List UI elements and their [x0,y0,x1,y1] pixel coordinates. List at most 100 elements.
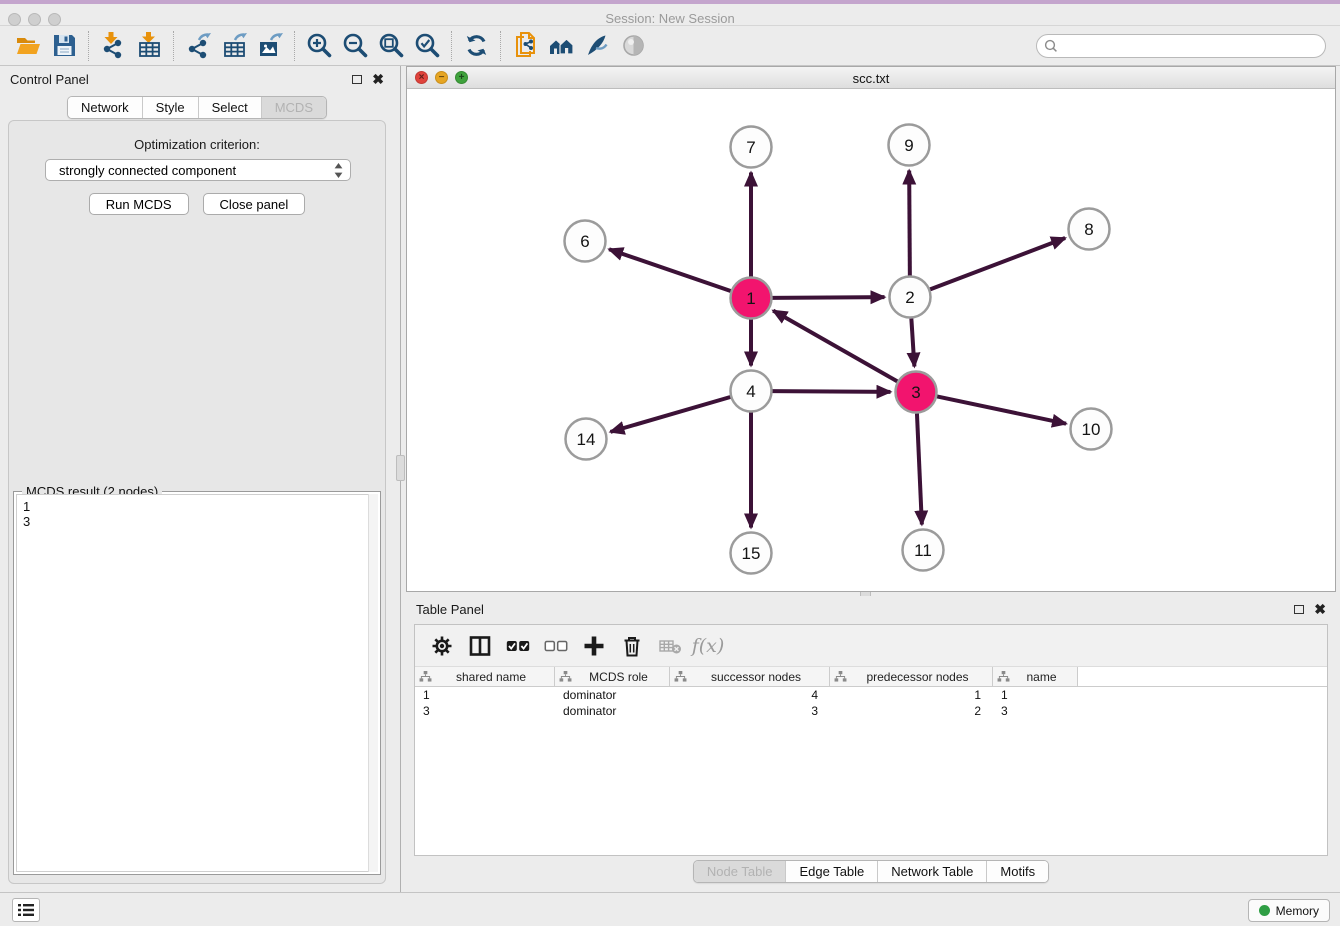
edge-1-6[interactable] [609,249,731,291]
edge-2-9[interactable] [909,170,910,275]
tab-mcds[interactable]: MCDS [261,97,326,118]
column-header-MCDS-role[interactable]: MCDS role [555,667,670,686]
network-window-titlebar[interactable]: × − + scc.txt [407,67,1335,89]
node-8[interactable]: 8 [1069,209,1110,250]
table-tabs: Node TableEdge TableNetwork TableMotifs [406,860,1336,883]
node-2[interactable]: 2 [890,277,931,318]
task-history-button[interactable] [12,898,40,922]
edge-2-3[interactable] [911,318,914,366]
edge-3-1[interactable] [773,311,897,382]
table-cell: 1 [993,687,1078,703]
node-11[interactable]: 11 [903,530,944,571]
node-9[interactable]: 9 [889,125,930,166]
tab-node-table[interactable]: Node Table [694,861,786,882]
run-mcds-button[interactable]: Run MCDS [89,193,189,215]
edge-4-14[interactable] [610,397,730,432]
svg-text:11: 11 [914,541,932,560]
close-panel-button[interactable]: Close panel [203,193,306,215]
export-network-icon[interactable] [180,30,216,62]
table-cell: 1 [830,687,993,703]
close-panel-icon[interactable]: ✖ [372,72,384,86]
node-1[interactable]: 1 [731,278,772,319]
edge-1-2[interactable] [772,297,884,298]
save-session-icon[interactable] [46,30,82,62]
table-cell: 3 [415,703,555,719]
node-14[interactable]: 14 [566,419,607,460]
open-file-icon[interactable] [10,30,46,62]
node-4[interactable]: 4 [731,371,772,412]
node-15[interactable]: 15 [731,533,772,574]
svg-text:7: 7 [746,138,755,157]
memory-button[interactable]: Memory [1248,899,1330,922]
tab-edge-table[interactable]: Edge Table [785,861,877,882]
svg-text:3: 3 [911,383,920,402]
result-scrollbar[interactable] [368,494,378,872]
table-row[interactable]: 1dominator411 [415,687,1327,703]
edge-2-8[interactable] [930,238,1065,289]
tab-network[interactable]: Network [68,97,142,118]
edge-3-11[interactable] [917,413,922,524]
zoom-in-icon[interactable] [301,30,337,62]
network-window-title: scc.txt [407,71,1335,86]
export-table-icon[interactable] [216,30,252,62]
table-row[interactable]: 3dominator323 [415,703,1327,719]
vertical-split-handle[interactable] [396,455,405,481]
node-6[interactable]: 6 [565,221,606,262]
table-header-row: shared nameMCDS rolesuccessor nodesprede… [415,667,1327,687]
svg-text:14: 14 [577,430,596,449]
style-brush-icon[interactable] [579,30,615,62]
column-header-predecessor-nodes[interactable]: predecessor nodes [830,667,993,686]
edge-3-10[interactable] [937,396,1066,423]
table-cell: 3 [993,703,1078,719]
criterion-dropdown[interactable]: strongly connected component [45,159,351,181]
mcds-panel: Optimization criterion: strongly connect… [8,120,386,884]
table-cell: 3 [670,703,830,719]
edge-4-3[interactable] [772,391,890,392]
tab-select[interactable]: Select [198,97,261,118]
column-header-name[interactable]: name [993,667,1078,686]
delete-column-icon[interactable] [613,629,651,663]
zoom-out-icon[interactable] [337,30,373,62]
toolbar-separator [294,31,295,61]
table-cell: 4 [670,687,830,703]
network-canvas[interactable]: 7 9 6 8 1 2 4 3 14 10 15 11 [407,89,1335,591]
node-3[interactable]: 3 [896,372,937,413]
deselect-all-icon[interactable] [537,629,575,663]
memory-status-icon [1259,905,1270,916]
first-neighbors-icon[interactable] [543,30,579,62]
node-10[interactable]: 10 [1071,409,1112,450]
svg-text:15: 15 [742,544,761,563]
node-7[interactable]: 7 [731,127,772,168]
tab-network-table[interactable]: Network Table [877,861,986,882]
zoom-selected-icon[interactable] [409,30,445,62]
node-table-frame: f(x) shared nameMCDS rolesuccessor nodes… [414,624,1328,856]
toolbar-separator [173,31,174,61]
table-settings-icon[interactable] [423,629,461,663]
toolbar-separator [500,31,501,61]
column-header-shared-name[interactable]: shared name [415,667,555,686]
tab-style[interactable]: Style [142,97,198,118]
tab-motifs[interactable]: Motifs [986,861,1048,882]
list-icon [18,903,34,917]
toolbar-separator [451,31,452,61]
network-from-selection-icon[interactable] [507,30,543,62]
refresh-view-icon[interactable] [458,30,494,62]
function-builder-icon: f(x) [689,629,727,663]
float-table-panel-icon[interactable] [1294,605,1304,614]
column-type-icon [674,671,687,682]
column-visibility-icon[interactable] [461,629,499,663]
zoom-fit-icon[interactable] [373,30,409,62]
svg-text:2: 2 [905,288,914,307]
select-all-icon[interactable] [499,629,537,663]
mcds-result-text[interactable]: 1 3 [16,494,378,872]
detail-eye-icon[interactable] [615,30,651,62]
search-input[interactable] [1036,34,1326,58]
float-panel-icon[interactable] [352,75,362,84]
column-header-successor-nodes[interactable]: successor nodes [670,667,830,686]
add-column-icon[interactable] [575,629,613,663]
svg-text:1: 1 [746,289,755,308]
close-table-panel-icon[interactable]: ✖ [1314,602,1326,616]
import-network-icon[interactable] [95,30,131,62]
export-image-icon[interactable] [252,30,288,62]
import-table-icon[interactable] [131,30,167,62]
